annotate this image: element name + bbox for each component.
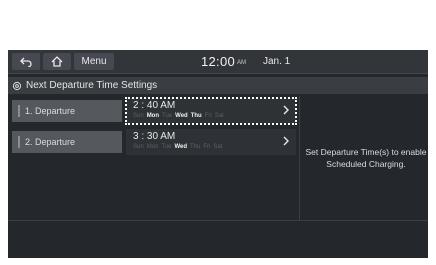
scheduled-charging-note: Set Departure Time(s) to enable Schedule… — [305, 147, 427, 169]
day-thu: Thu — [190, 144, 201, 150]
departure-1-days: Sun Mon Tue Wed Thu Fri Sat — [133, 113, 227, 119]
day-mon: Mon — [146, 113, 160, 119]
day-wed: Wed — [175, 113, 188, 119]
gear-icon — [12, 81, 22, 90]
chevron-right-icon — [283, 136, 289, 146]
day-fri: Fri — [203, 144, 211, 150]
clock-ampm: AM — [237, 60, 246, 66]
home-icon — [51, 56, 63, 67]
day-mon: Mon — [146, 144, 159, 150]
clock: 12:00 — [201, 54, 236, 69]
day-sat: Sat — [214, 113, 224, 119]
back-arrow-icon — [20, 57, 32, 67]
home-button[interactable] — [43, 53, 71, 70]
day-wed: Wed — [174, 144, 188, 150]
day-fri: Fri — [204, 113, 212, 119]
day-sun: Sun — [133, 144, 144, 150]
departure-2-button[interactable]: 2. Departure — [12, 131, 122, 153]
menu-button[interactable]: Menu — [74, 53, 114, 70]
page-title: Next Departure Time Settings — [26, 80, 158, 91]
status-bar: Menu 12:00 AM Jan. 1 — [8, 50, 428, 74]
departure-1-label: 1. Departure — [25, 106, 76, 116]
departure-1-time-setting[interactable]: 2 : 40 AM Sun Mon Tue Wed Thu Fri Sat — [125, 97, 297, 125]
back-button[interactable] — [12, 53, 40, 70]
page-title-bar: Next Departure Time Settings — [8, 77, 428, 94]
departure-2-time-setting[interactable]: 3 : 30 AM Sun Mon Tue Wed Thu Fri Sat — [126, 129, 296, 155]
departure-2-indicator — [18, 136, 20, 148]
chevron-right-icon — [283, 105, 289, 115]
menu-button-label: Menu — [81, 56, 107, 67]
departure-1-indicator — [18, 105, 20, 117]
date: Jan. 1 — [263, 56, 291, 67]
departure-1-time: 2 : 40 AM — [133, 100, 176, 111]
day-sun: Sun — [133, 113, 144, 119]
panel-divider — [299, 96, 300, 220]
departure-row-2: 2. Departure 3 : 30 AM Sun Mon Tue Wed Thu Fr… — [8, 128, 298, 156]
departure-2-time: 3 : 30 AM — [133, 131, 176, 142]
departure-row-1: 1. Departure 2 : 40 AM Sun Mon Tue Wed Thu Fr… — [8, 97, 298, 125]
departure-2-days: Sun Mon Tue Wed Thu Fri Sat — [133, 144, 225, 150]
day-thu: Thu — [190, 113, 202, 119]
day-sat: Sat — [213, 144, 223, 150]
day-tue: Tue — [161, 144, 172, 150]
departure-1-button[interactable]: 1. Departure — [12, 100, 122, 122]
day-tue: Tue — [162, 113, 173, 119]
bottom-divider — [8, 220, 428, 221]
infotainment-screen: Menu 12:00 AM Jan. 1 Next Departure Time… — [8, 50, 428, 258]
departure-2-label: 2. Departure — [25, 137, 76, 147]
